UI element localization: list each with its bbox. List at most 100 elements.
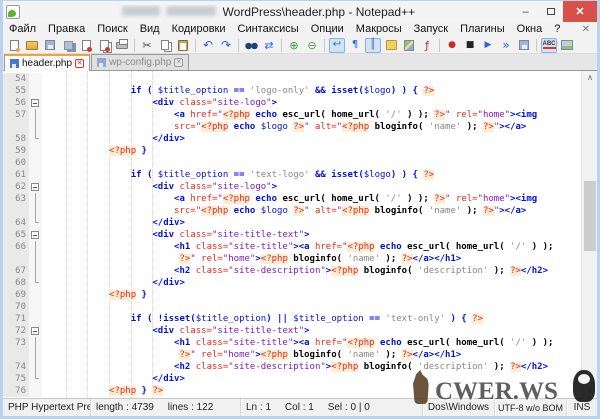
code-text[interactable]: <a href="<?php echo esc_url( home_url( '… (42, 109, 537, 121)
menu-item[interactable]: Поиск (91, 22, 133, 37)
code-line[interactable]: 74 <h2 class="site-description"><?php bl… (3, 361, 581, 373)
fold-margin[interactable] (29, 325, 42, 337)
close-icon[interactable] (78, 38, 94, 53)
code-text[interactable]: <h1 class="site-title"><a href="<?php ec… (42, 337, 553, 349)
macro-run-multiple-icon[interactable]: » (498, 38, 514, 53)
code-line[interactable]: 62 <div class="site-logo"> (3, 181, 581, 193)
code-line[interactable]: src="<?php echo $logo ?>" alt="<?php blo… (3, 121, 581, 133)
replace-icon[interactable]: ⇄ (261, 38, 277, 53)
tab-header-php[interactable]: header.php✕ (4, 54, 90, 71)
code-line[interactable]: src="<?php echo $logo ?>" alt="<?php blo… (3, 205, 581, 217)
code-area[interactable]: 5455 if ( $title_option == 'logo-only' &… (3, 71, 581, 398)
menu-item[interactable]: Макросы (350, 22, 408, 37)
scrollbar-thumb[interactable] (584, 181, 596, 251)
fold-margin[interactable] (29, 181, 42, 193)
code-line[interactable]: 72 <div class="site-title-text"> (3, 325, 581, 337)
code-line[interactable]: 57 <a href="<?php echo esc_url( home_url… (3, 109, 581, 121)
code-text[interactable]: </div> (42, 133, 185, 145)
code-text[interactable]: </div> (42, 277, 185, 289)
code-line[interactable]: 58 </div> (3, 133, 581, 145)
macro-stop-icon[interactable]: ■ (462, 38, 478, 53)
maximize-button[interactable] (538, 1, 563, 22)
code-line[interactable]: 75 </div> (3, 373, 581, 385)
code-line[interactable]: 76 <?php } ?> (3, 385, 581, 397)
code-text[interactable]: <div class="site-title-text"> (42, 229, 310, 241)
user-language-icon[interactable] (383, 38, 399, 53)
menu-item[interactable]: Опции (305, 22, 350, 37)
code-text[interactable]: if ( $title_option == 'logo-only' && iss… (42, 85, 434, 97)
code-text[interactable]: if ( $title_option == 'text-logo' && iss… (42, 169, 434, 181)
code-line[interactable]: 64 </div> (3, 217, 581, 229)
show-all-characters-icon[interactable]: ¶ (347, 38, 363, 53)
fold-margin[interactable] (29, 97, 42, 109)
code-text[interactable]: <h1 class="site-title"><a href="<?php ec… (42, 241, 553, 253)
new-file-icon[interactable] (6, 38, 22, 53)
copy-icon[interactable] (157, 38, 173, 53)
code-text[interactable]: <div class="site-logo"> (42, 97, 277, 109)
zoom-in-icon[interactable]: ⊕ (286, 38, 302, 53)
code-text[interactable] (42, 73, 44, 85)
plugin-picture-icon[interactable] (559, 38, 575, 53)
code-text[interactable]: <?php } ?> (42, 385, 163, 397)
fold-collapse-icon[interactable] (31, 327, 39, 335)
code-line[interactable]: 60 (3, 157, 581, 169)
editor[interactable]: 5455 if ( $title_option == 'logo-only' &… (3, 71, 597, 398)
menu-item[interactable]: ? (548, 22, 566, 37)
code-text[interactable]: ?>" rel="home"><?php bloginfo( 'name' );… (42, 349, 461, 361)
indent-guide-icon[interactable]: ║ (365, 38, 381, 53)
code-text[interactable]: src="<?php echo $logo ?>" alt="<?php blo… (42, 205, 526, 217)
menu-item[interactable]: Файл (3, 22, 42, 37)
code-line[interactable]: 68 </div> (3, 277, 581, 289)
tab-close-icon[interactable]: ✕ (174, 58, 183, 67)
code-line[interactable]: 67 <h2 class="site-description"><?php bl… (3, 265, 581, 277)
menu-item[interactable]: Кодировки (166, 22, 232, 37)
code-line[interactable]: 66 <h1 class="site-title"><a href="<?php… (3, 241, 581, 253)
open-icon[interactable] (24, 38, 40, 53)
minimize-button[interactable]: – (513, 1, 538, 22)
code-text[interactable]: ?>" rel="home"><?php bloginfo( 'name' );… (42, 253, 461, 265)
menu-item[interactable]: Плагины (454, 22, 511, 37)
menubar-close-icon[interactable]: ✕ (575, 24, 597, 35)
menu-item[interactable]: Синтаксисы (232, 22, 305, 37)
macro-save-icon[interactable] (516, 38, 532, 53)
code-line[interactable]: 71 if ( !isset($title_option) || $title_… (3, 313, 581, 325)
print-icon[interactable] (114, 38, 130, 53)
undo-icon[interactable]: ↶ (200, 38, 216, 53)
function-list-icon[interactable]: ƒ (419, 38, 435, 53)
macro-record-icon[interactable]: ● (444, 38, 460, 53)
code-text[interactable] (42, 157, 44, 169)
menu-item[interactable]: Правка (42, 22, 91, 37)
word-wrap-icon[interactable]: ↩ (329, 38, 345, 53)
code-text[interactable]: <a href="<?php echo esc_url( home_url( '… (42, 193, 537, 205)
scrollbar-up-icon[interactable]: ∧ (582, 71, 598, 85)
fold-collapse-icon[interactable] (31, 183, 39, 191)
code-text[interactable]: if ( !isset($title_option) || $title_opt… (42, 313, 483, 325)
code-text[interactable]: <div class="site-title-text"> (42, 325, 310, 337)
code-line[interactable]: 61 if ( $title_option == 'text-logo' && … (3, 169, 581, 181)
code-line[interactable]: ?>" rel="home"><?php bloginfo( 'name' );… (3, 349, 581, 361)
macro-playback-icon[interactable]: ▶ (480, 38, 496, 53)
code-line[interactable]: 54 (3, 73, 581, 85)
code-text[interactable]: </div> (42, 373, 185, 385)
fold-collapse-icon[interactable] (31, 99, 39, 107)
code-line[interactable]: 55 if ( $title_option == 'logo-only' && … (3, 85, 581, 97)
code-text[interactable]: <h2 class="site-description"><?php blogi… (42, 361, 548, 373)
code-text[interactable]: <?php } (42, 145, 147, 157)
close-button[interactable]: ✕ (563, 1, 597, 22)
tab-wp-config-php[interactable]: wp-config.php✕ (91, 54, 189, 70)
menu-item[interactable]: Окна (511, 22, 549, 37)
cut-icon[interactable]: ✂ (139, 38, 155, 53)
spell-check-icon[interactable]: ABC (541, 38, 557, 53)
code-text[interactable]: <div class="site-logo"> (42, 181, 277, 193)
menu-item[interactable]: Вид (134, 22, 166, 37)
fold-collapse-icon[interactable] (31, 231, 39, 239)
find-icon[interactable] (243, 38, 259, 53)
code-text[interactable]: </div> (42, 217, 185, 229)
close-all-icon[interactable] (96, 38, 112, 53)
code-line[interactable]: 73 <h1 class="site-title"><a href="<?php… (3, 337, 581, 349)
vertical-scrollbar[interactable]: ∧ ∨ (581, 71, 597, 398)
document-map-icon[interactable] (401, 38, 417, 53)
code-line[interactable]: 65 <div class="site-title-text"> (3, 229, 581, 241)
save-all-icon[interactable] (60, 38, 76, 53)
code-text[interactable]: <?php } (42, 289, 147, 301)
